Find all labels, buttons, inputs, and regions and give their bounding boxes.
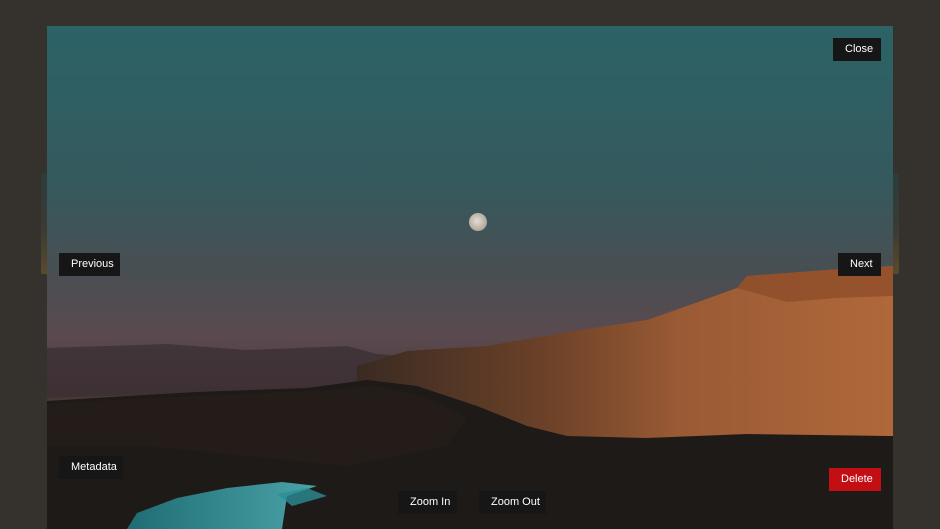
zoom-in-button[interactable]: Zoom In xyxy=(398,491,457,514)
image-viewer-overlay: Close Previous Next Metadata Delete Zoom… xyxy=(0,0,940,529)
landscape-photo xyxy=(47,26,893,529)
metadata-button[interactable]: Metadata xyxy=(59,456,123,479)
next-button[interactable]: Next xyxy=(838,253,881,276)
delete-button[interactable]: Delete xyxy=(829,468,881,491)
previous-button[interactable]: Previous xyxy=(59,253,120,276)
close-button[interactable]: Close xyxy=(833,38,881,61)
image-viewport xyxy=(47,26,893,529)
zoom-out-button[interactable]: Zoom Out xyxy=(479,491,546,514)
